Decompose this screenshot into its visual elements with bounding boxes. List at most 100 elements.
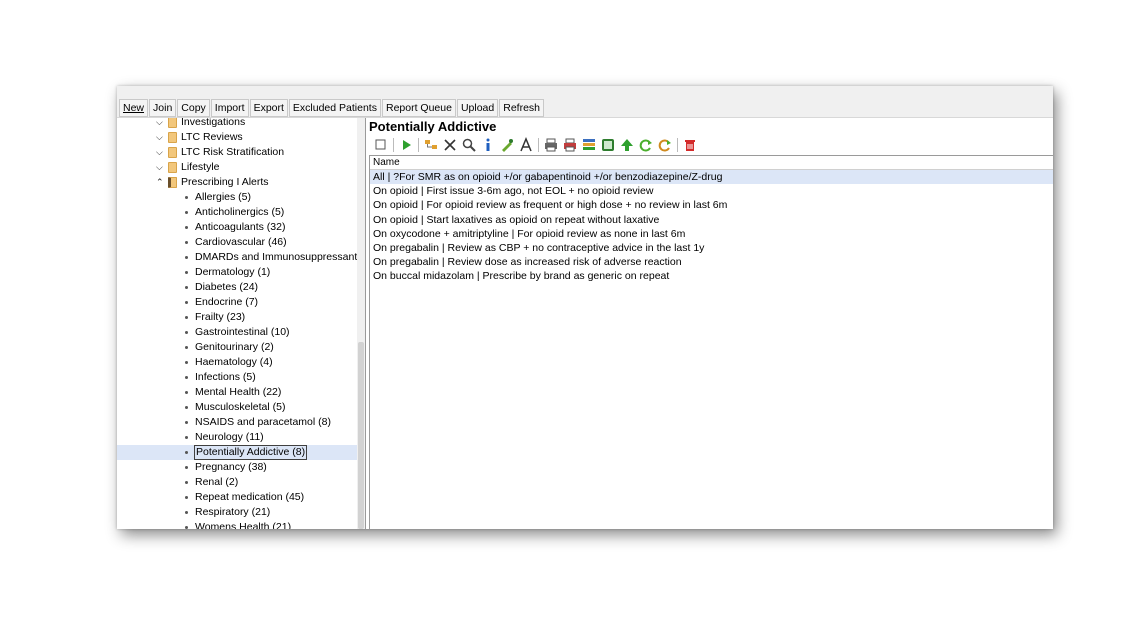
bullet-icon — [185, 211, 188, 214]
tree-item-label: Dermatology (1) — [195, 266, 271, 278]
refresh-button[interactable]: Refresh — [499, 98, 544, 117]
new-button[interactable]: New — [119, 98, 149, 117]
results-grid: Name All | ?For SMR as on opioid +/or ga… — [369, 155, 1053, 529]
tree-item[interactable]: Diabetes (24) — [117, 280, 357, 295]
tree-item[interactable]: NSAIDS and paracetamol (8) — [117, 415, 357, 430]
tree-item[interactable]: Infections (5) — [117, 370, 357, 385]
folder-icon — [168, 118, 177, 128]
search-icon[interactable] — [461, 137, 477, 153]
excluded-patients-button[interactable]: Excluded Patients — [288, 98, 381, 117]
bullet-icon — [185, 316, 188, 319]
chevron-up-icon[interactable]: ⌃ — [156, 175, 166, 190]
tree-item[interactable]: Frailty (23) — [117, 310, 357, 325]
tree-item[interactable]: Pregnancy (38) — [117, 460, 357, 475]
chevron-down-icon[interactable]: ⌵ — [156, 160, 166, 175]
toolbar-separator — [393, 138, 394, 152]
table-row[interactable]: On opioid | For opioid review as frequen… — [370, 198, 1053, 212]
report-queue-button[interactable]: Report Queue — [381, 98, 456, 117]
bullet-icon — [185, 451, 188, 454]
toolbar-separator — [677, 138, 678, 152]
tree-scrollbar-thumb[interactable] — [358, 342, 364, 529]
upload-icon[interactable] — [619, 137, 635, 153]
table-row[interactable]: On oxycodone + amitriptyline | For opioi… — [370, 227, 1053, 241]
search-tree: ⌵ Investigations ⌵ LTC Reviews ⌵ LTC Ris… — [117, 118, 366, 529]
tree-item[interactable]: Musculoskeletal (5) — [117, 400, 357, 415]
run-icon[interactable] — [398, 137, 414, 153]
tree-item[interactable]: Womens Health (21) — [117, 520, 357, 529]
tree-item[interactable]: Gastrointestinal (10) — [117, 325, 357, 340]
tree-item-label: Renal (2) — [195, 476, 239, 488]
bullet-icon — [185, 256, 188, 259]
tree-item[interactable]: DMARDs and Immunosuppressants (13) — [117, 250, 365, 265]
join-button[interactable]: Join — [149, 98, 177, 117]
tree-item-label: Repeat medication (45) — [195, 491, 305, 503]
tree-folder-ltc-reviews[interactable]: ⌵ LTC Reviews — [117, 130, 357, 145]
checkbox-icon[interactable] — [373, 137, 389, 153]
table-row[interactable]: On buccal midazolam | Prescribe by brand… — [370, 269, 1053, 283]
table-row[interactable]: On opioid | First issue 3-6m ago, not EO… — [370, 184, 1053, 198]
tree-folder-prescribing-alerts[interactable]: ⌃ Prescribing I Alerts — [117, 175, 357, 190]
tree-item[interactable]: Genitourinary (2) — [117, 340, 357, 355]
tree-item[interactable]: Haematology (4) — [117, 355, 357, 370]
report-icon[interactable] — [600, 137, 616, 153]
tree-item[interactable]: Renal (2) — [117, 475, 357, 490]
tree-item[interactable]: Allergies (5) — [117, 190, 357, 205]
import-button[interactable]: Import — [210, 98, 249, 117]
bullet-icon — [185, 361, 188, 364]
trash-icon[interactable] — [682, 137, 698, 153]
print-icon[interactable] — [543, 137, 559, 153]
upload-button[interactable]: Upload — [456, 98, 499, 117]
folder-icon — [168, 162, 177, 173]
edit-icon[interactable] — [499, 137, 515, 153]
tree-item[interactable]: Endocrine (7) — [117, 295, 357, 310]
tree-item[interactable]: Anticholinergics (5) — [117, 205, 357, 220]
chevron-down-icon[interactable]: ⌵ — [156, 130, 166, 145]
tree-item-label: Allergies (5) — [195, 191, 252, 203]
tree-item-label: Pregnancy (38) — [195, 461, 267, 473]
bullet-icon — [185, 466, 188, 469]
delete-x-icon[interactable] — [442, 137, 458, 153]
tree-item[interactable]: Mental Health (22) — [117, 385, 357, 400]
bullet-icon — [185, 436, 188, 439]
app-window: New Join Copy Import Export Excluded Pat… — [117, 86, 1053, 529]
tree-scrollbar[interactable] — [357, 118, 365, 529]
export-icon[interactable] — [581, 137, 597, 153]
tree-item[interactable]: Dermatology (1) — [117, 265, 357, 280]
tree-item[interactable]: Repeat medication (45) — [117, 490, 357, 505]
tree-item-label: Anticoagulants (32) — [195, 221, 286, 233]
refresh-icon[interactable] — [638, 137, 654, 153]
folder-icon — [168, 132, 177, 143]
tree-folder-lifestyle[interactable]: ⌵ Lifestyle — [117, 160, 357, 175]
table-row[interactable]: On opioid | Start laxatives as opioid on… — [370, 213, 1053, 227]
tree-item-label: Respiratory (21) — [195, 506, 271, 518]
font-icon[interactable] — [518, 137, 534, 153]
chevron-down-icon[interactable]: ⌵ — [156, 118, 166, 130]
info-icon[interactable] — [480, 137, 496, 153]
tree-item[interactable]: Anticoagulants (32) — [117, 220, 357, 235]
table-row[interactable]: On pregabalin | Review dose as increased… — [370, 255, 1053, 269]
bullet-icon — [185, 496, 188, 499]
bullet-icon — [185, 406, 188, 409]
tree-item[interactable]: Cardiovascular (46) — [117, 235, 357, 250]
print-preview-icon[interactable] — [562, 137, 578, 153]
copy-button[interactable]: Copy — [177, 98, 210, 117]
bullet-icon — [185, 286, 188, 289]
window-titlebar — [117, 86, 1053, 98]
column-header-name[interactable]: Name — [370, 156, 1053, 170]
bullet-icon — [185, 241, 188, 244]
tree-folder-label: Prescribing I Alerts — [181, 176, 269, 188]
tree-folder-investigations[interactable]: ⌵ Investigations — [117, 118, 357, 130]
tree-item-selected[interactable]: Potentially Addictive (8) — [117, 445, 357, 460]
tree-folder-label: Lifestyle — [181, 161, 220, 173]
tree-folder-ltc-risk-stratification[interactable]: ⌵ LTC Risk Stratification — [117, 145, 357, 160]
bullet-icon — [185, 196, 188, 199]
tree-item-label: Anticholinergics (5) — [195, 206, 285, 218]
chevron-down-icon[interactable]: ⌵ — [156, 145, 166, 160]
refresh-alt-icon[interactable] — [657, 137, 673, 153]
tree-icon[interactable] — [423, 137, 439, 153]
table-row[interactable]: On pregabalin | Review as CBP + no contr… — [370, 241, 1053, 255]
export-button[interactable]: Export — [249, 98, 288, 117]
tree-item[interactable]: Respiratory (21) — [117, 505, 357, 520]
table-row[interactable]: All | ?For SMR as on opioid +/or gabapen… — [370, 170, 1053, 185]
tree-item[interactable]: Neurology (11) — [117, 430, 357, 445]
